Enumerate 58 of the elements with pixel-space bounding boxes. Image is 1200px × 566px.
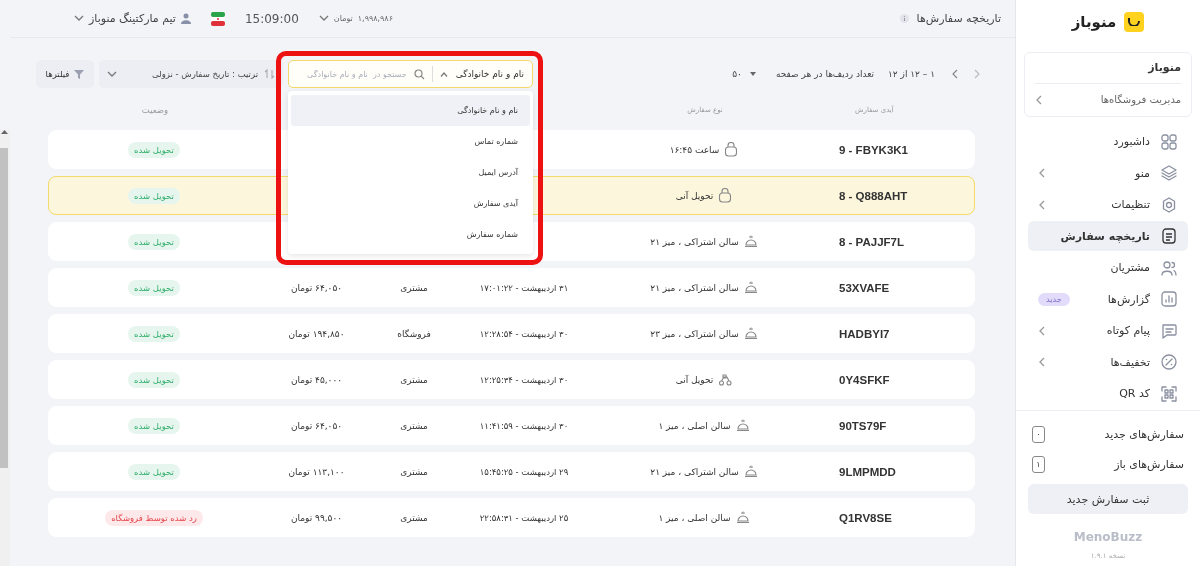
counter-label: سفارش‌های باز: [1114, 457, 1184, 471]
order-source: مشتری: [400, 466, 428, 477]
order-id: 8 - Q888AHT: [839, 189, 908, 202]
column-header: وضعیت: [141, 105, 169, 115]
order-source: مشتری: [400, 374, 428, 385]
order-type: سالن اشتراکی ، میز ۲۱: [650, 280, 758, 295]
order-type: تحویل آنی: [675, 188, 733, 203]
order-id: 53XVAFE: [839, 281, 890, 294]
store-name: منوباز: [1035, 52, 1181, 84]
order-type: سالن اصلی ، میز ۱: [658, 510, 750, 525]
order-source: مشتری: [400, 512, 428, 523]
order-date: ۲۵ اردیبهشت - ۲۲:۵۸:۳۱: [479, 512, 569, 523]
status-badge: تحویل شده: [128, 463, 180, 480]
order-price: ۱۹۴,۸۵۰ تومان: [288, 328, 345, 339]
order-id: HADBYI7: [839, 327, 890, 340]
status-badge: رد شده توسط فروشگاه: [105, 509, 203, 526]
order-type: سالن اشتراکی ، میز ۲۱: [650, 464, 758, 479]
order-type: تحویل آنی: [675, 372, 733, 387]
clock-time: 15:09:00: [244, 11, 299, 26]
order-price: ۱۱۳,۱۰۰ تومان: [288, 466, 345, 477]
page-range: ۱ – ۱۲ از ۱۲: [888, 69, 935, 79]
order-date: ۳۰ اردیبهشت - ۱۱:۴۱:۵۹: [479, 420, 569, 431]
logo-text: منوباز: [1071, 12, 1117, 31]
order-date: ۳۱ اردیبهشت - ۱۷:۰۱:۲۲: [479, 282, 569, 293]
status-badge: تحویل شده: [128, 325, 180, 342]
order-count: ۱: [1032, 455, 1045, 473]
order-type: سالن اصلی ، میز ۱: [658, 418, 750, 433]
new-badge: جدید: [1038, 292, 1070, 306]
order-price: ۶۴,۰۵۰ تومان: [290, 420, 343, 431]
counter-label: سفارش‌های جدید: [1104, 427, 1184, 441]
order-id: 9 - FBYK3K1: [839, 143, 909, 156]
order-source: مشتری: [400, 420, 428, 431]
order-count: ۰: [1032, 425, 1045, 443]
rows-per-page-label: تعداد ردیف‌ها در هر صفحه: [775, 69, 874, 79]
order-id: 0Y4SFKF: [839, 373, 890, 386]
brand-logo: MenoBuzz: [1073, 530, 1143, 544]
order-date: ۲۹ اردیبهشت - ۱۵:۴۵:۲۵: [479, 466, 569, 477]
status-badge: تحویل شده: [128, 417, 180, 434]
order-id: 8 - PAJJF7L: [839, 235, 904, 248]
order-price: ۴۵,۰۰۰ تومان: [290, 374, 343, 385]
order-type: سالن اشتراکی ، میز ۲۳: [650, 326, 758, 341]
status-badge: تحویل شده: [128, 233, 180, 250]
order-id: 9LMPMDD: [839, 465, 896, 478]
status-badge: تحویل شده: [128, 279, 180, 296]
order-date: ۳۰ اردیبهشت - ۱۲:۲۸:۵۴: [479, 328, 569, 339]
status-badge: تحویل شده: [128, 141, 180, 158]
order-id: 90TS79F: [839, 419, 887, 432]
order-source: مشتری: [400, 282, 428, 293]
page-title: تاریخچه سفارش‌ها: [916, 12, 1001, 25]
status-badge: تحویل شده: [128, 371, 180, 388]
order-price: ۹۹,۵۰۰ تومان: [290, 512, 343, 523]
order-type: ساعت ۱۶:۴۵: [669, 142, 739, 157]
order-price: ۶۴,۰۵۰ تومان: [290, 282, 343, 293]
order-id: Q1RV8SE: [839, 511, 892, 524]
order-source: فروشگاه: [397, 328, 431, 339]
order-type: سالن اشتراکی ، میز ۲۱: [650, 234, 758, 249]
status-badge: تحویل شده: [128, 187, 180, 204]
order-date: ۳۰ اردیبهشت - ۱۲:۲۵:۳۴: [479, 374, 569, 385]
